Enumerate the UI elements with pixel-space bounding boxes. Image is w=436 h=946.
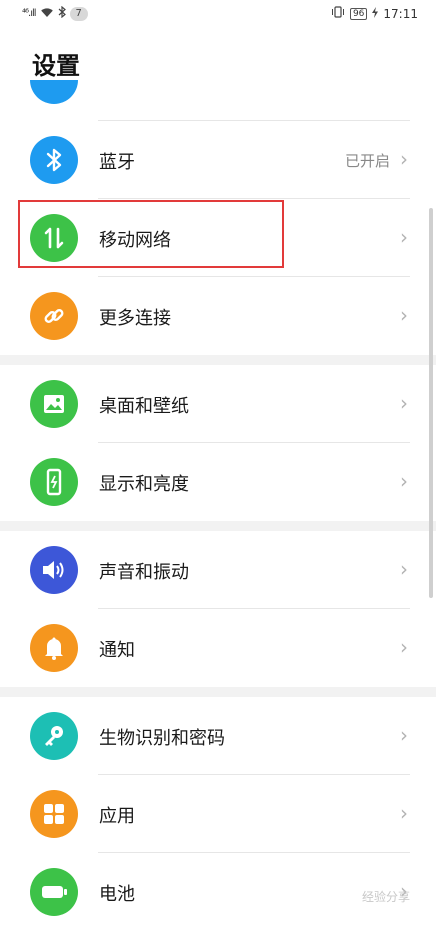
status-right: 96 17:11 xyxy=(331,6,418,21)
settings-item-bluetooth[interactable]: 蓝牙 已开启 › xyxy=(0,121,436,199)
chevron-right-icon: › xyxy=(400,225,408,249)
battery-level: 96 xyxy=(349,7,368,20)
bluetooth-status-icon xyxy=(58,5,66,21)
settings-item-notifications[interactable]: 通知 › xyxy=(0,609,436,687)
section-gap xyxy=(0,687,436,697)
chevron-right-icon: › xyxy=(400,635,408,659)
watermark-text: 经验分享 xyxy=(361,890,410,904)
notification-count-badge: 7 xyxy=(69,6,88,21)
vibrate-icon xyxy=(331,6,345,21)
settings-item-label: 显示和亮度 xyxy=(99,474,189,495)
battery-icon xyxy=(30,868,78,916)
chevron-right-icon: › xyxy=(400,801,408,825)
section-gap xyxy=(0,521,436,531)
section-gap xyxy=(0,355,436,365)
bell-icon xyxy=(30,624,78,672)
settings-item-wallpaper[interactable]: 桌面和壁纸 › xyxy=(0,365,436,443)
settings-item-label: 电池 xyxy=(99,884,135,905)
wifi-icon xyxy=(40,7,54,21)
chevron-right-icon: › xyxy=(400,147,408,171)
settings-item-apps[interactable]: 应用 › xyxy=(0,775,436,853)
settings-item-sound[interactable]: 声音和振动 › xyxy=(0,531,436,609)
settings-item-biometrics[interactable]: 生物识别和密码 › xyxy=(0,697,436,775)
settings-item-label: 声音和振动 xyxy=(99,562,189,583)
signal-icon: ⁴⁶.ıll xyxy=(22,8,36,19)
mobile-network-icon xyxy=(30,214,78,262)
wifi-icon xyxy=(30,80,78,104)
status-bar: ⁴⁶.ıll 7 96 17:11 xyxy=(0,0,436,28)
chevron-right-icon: › xyxy=(400,469,408,493)
settings-item-label: 蓝牙 xyxy=(99,152,135,173)
settings-item-more-connections[interactable]: 更多连接 › xyxy=(0,277,436,355)
bluetooth-icon xyxy=(30,136,78,184)
clock: 17:11 xyxy=(383,6,418,21)
settings-item-label: 更多连接 xyxy=(99,308,171,329)
settings-item-label: 生物识别和密码 xyxy=(99,728,225,749)
settings-item-mobile-network[interactable]: 移动网络 › xyxy=(0,199,436,277)
speaker-icon xyxy=(30,546,78,594)
settings-item-label: 应用 xyxy=(99,806,135,827)
settings-item-label: 桌面和壁纸 xyxy=(99,396,189,417)
wallpaper-icon xyxy=(30,380,78,428)
chevron-right-icon: › xyxy=(400,391,408,415)
page-title: 设置 xyxy=(32,52,80,80)
key-icon xyxy=(30,712,78,760)
link-icon xyxy=(30,292,78,340)
apps-grid-icon xyxy=(30,790,78,838)
bluetooth-status-value: 已开启 xyxy=(344,152,390,170)
chevron-right-icon: › xyxy=(400,303,408,327)
scrollbar[interactable] xyxy=(429,208,433,598)
charging-icon xyxy=(372,6,379,21)
settings-item-display[interactable]: 显示和亮度 › xyxy=(0,443,436,521)
display-icon xyxy=(30,458,78,506)
chevron-right-icon: › xyxy=(400,557,408,581)
settings-item-label: 通知 xyxy=(99,640,135,661)
chevron-right-icon: › xyxy=(400,723,408,747)
settings-item-label: 移动网络 xyxy=(99,230,171,251)
status-left: ⁴⁶.ıll 7 xyxy=(22,5,88,21)
